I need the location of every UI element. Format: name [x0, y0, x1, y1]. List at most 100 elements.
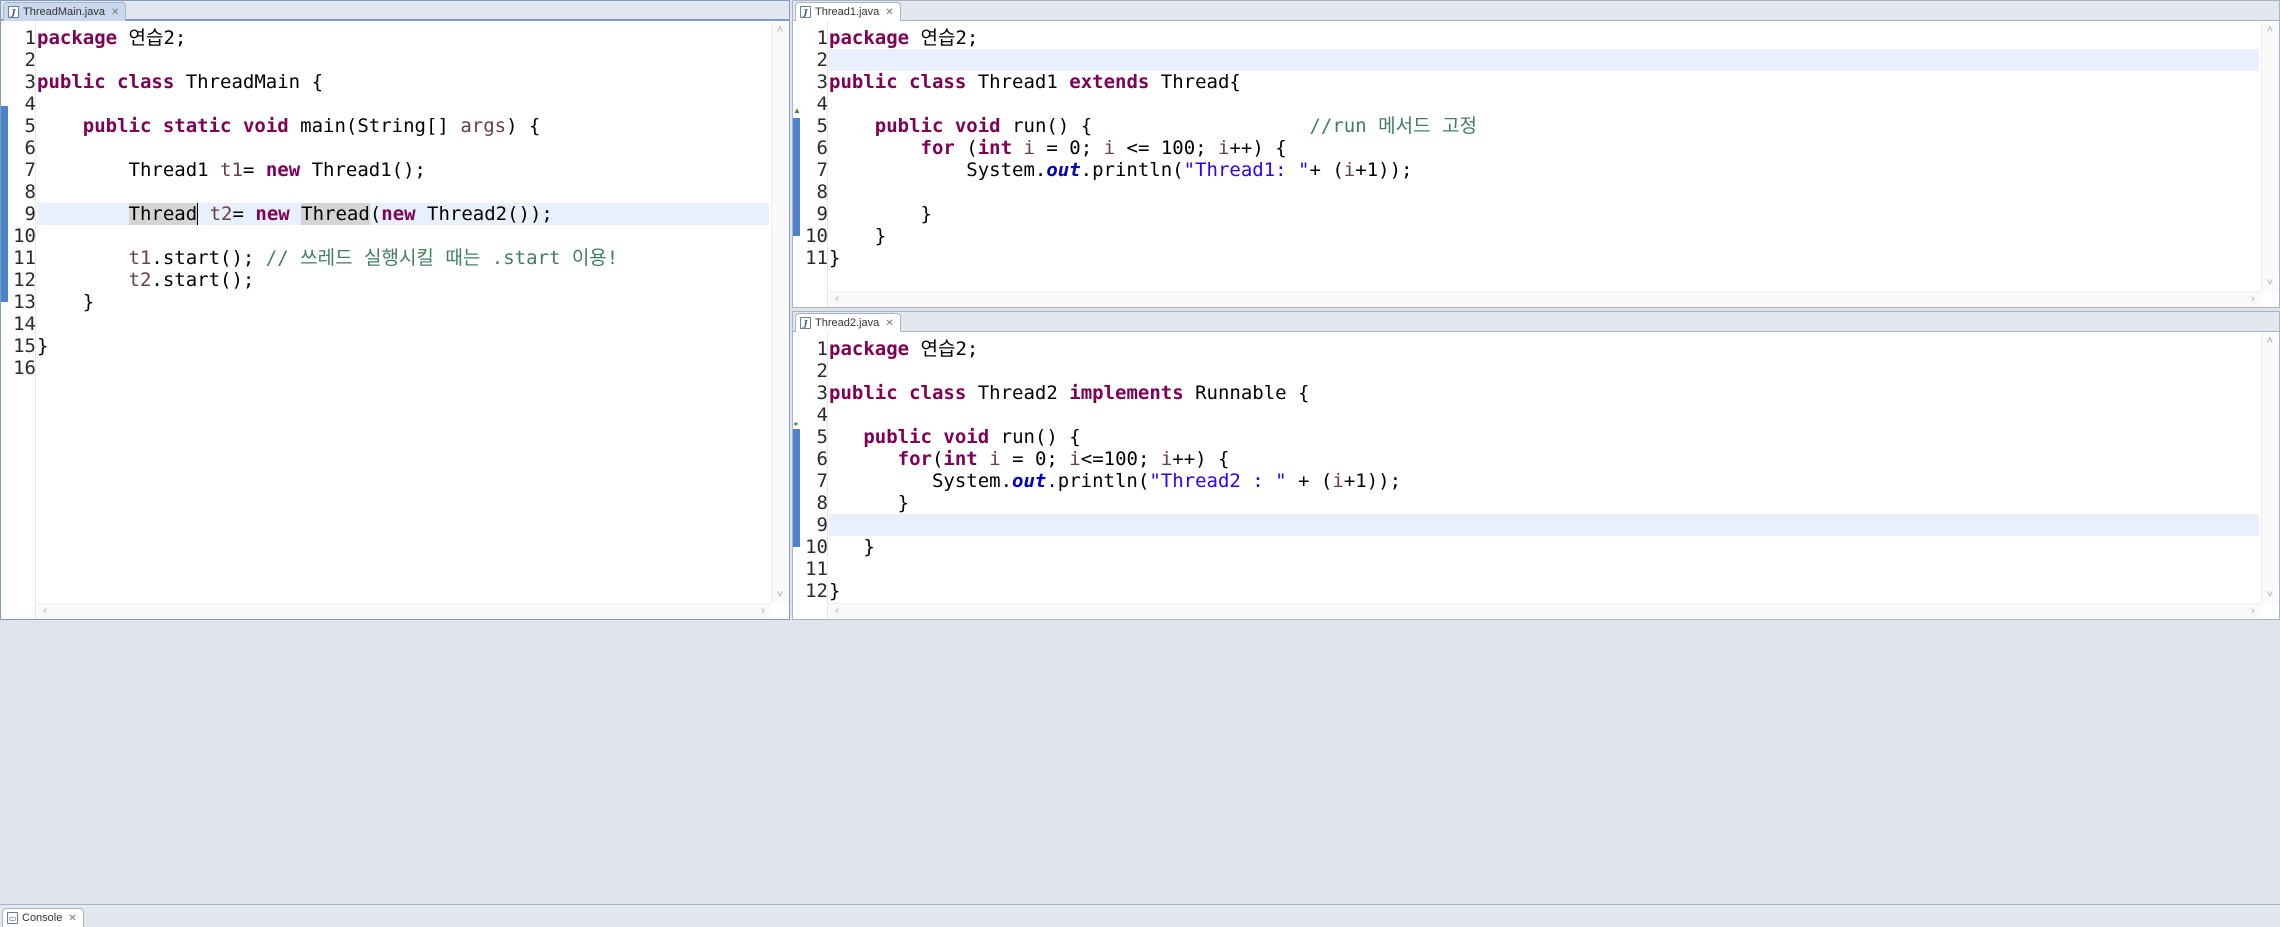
code-line[interactable]: System.out.println("Thread2 : " + (i+1))… [829, 470, 2259, 492]
code-line[interactable]: System.out.println("Thread1: "+ (i+1)); [829, 159, 2259, 181]
implements-marker-icon: ▸ [794, 419, 799, 428]
line-number-gutter: 1 2 3 4 5 6 7 8 9 10 11 12 13 14 15 16 [8, 22, 36, 619]
line-number: 1 [816, 338, 828, 360]
java-file-icon: J [8, 6, 19, 18]
line-number: 4 [816, 93, 828, 115]
code-line[interactable]: public class ThreadMain { [37, 71, 769, 93]
horizontal-scrollbar[interactable]: ‹ › [829, 291, 2261, 307]
code-line[interactable] [829, 514, 2259, 536]
vertical-scrollbar[interactable]: ˄ ˅ [2261, 22, 2279, 291]
line-number: 3 [24, 71, 36, 93]
horizontal-scrollbar[interactable]: ‹ › [829, 603, 2261, 619]
scroll-right-icon[interactable]: › [755, 605, 771, 617]
code-line[interactable] [37, 137, 769, 159]
scroll-up-icon[interactable]: ˄ [2262, 24, 2278, 36]
java-file-icon: J [800, 317, 811, 329]
tab-threadmain[interactable]: J ThreadMain.java ✕ [3, 2, 127, 21]
code-line[interactable]: Thread t2= new Thread(new Thread2()); [37, 203, 769, 225]
close-icon[interactable]: ✕ [68, 913, 76, 924]
editor-pane-thread1[interactable]: J Thread1.java ✕ ▲ 1 2 3 4 5 6 7 8 9 10 11 package… [792, 0, 2280, 308]
vertical-scrollbar[interactable]: ˄ ˅ [771, 22, 789, 603]
code-line[interactable] [829, 93, 2259, 115]
scroll-left-icon[interactable]: ‹ [37, 605, 53, 617]
code-line[interactable]: } [37, 291, 769, 313]
code-line[interactable]: t1.start(); // 쓰레드 실행시킬 때는 .start 이용! [37, 247, 769, 269]
editor-pane-threadmain[interactable]: J ThreadMain.java ✕ 1 2 3 4 5 6 7 8 9 10 11 12 13 14 1… [0, 0, 790, 620]
code-line[interactable]: public class Thread1 extends Thread{ [829, 71, 2259, 93]
line-number: 9 [24, 203, 36, 225]
tab-thread2[interactable]: J Thread2.java ✕ [795, 313, 901, 332]
line-number: 1 [816, 27, 828, 49]
code-line[interactable]: public void run() { [829, 426, 2259, 448]
code-line[interactable]: } [829, 225, 2259, 247]
line-number: 7 [24, 159, 36, 181]
code-area[interactable]: package 연습2; public class ThreadMain { pu… [37, 22, 769, 603]
code-line[interactable]: public void run() { //run 메서드 고정 [829, 115, 2259, 137]
code-line[interactable] [829, 360, 2259, 382]
java-file-icon: J [800, 6, 811, 18]
editor-tabbar: J ThreadMain.java ✕ [1, 1, 789, 21]
vertical-scrollbar[interactable]: ˄ ˅ [2261, 333, 2279, 603]
code-line[interactable] [829, 404, 2259, 426]
scroll-right-icon[interactable]: › [2245, 605, 2261, 617]
code-line[interactable]: } [829, 492, 2259, 514]
scroll-up-icon[interactable]: ˄ [772, 24, 788, 36]
line-number: 2 [816, 360, 828, 382]
code-editor[interactable]: ▲ 1 2 3 4 5 6 7 8 9 10 11 package 연습2; public class… [793, 22, 2279, 307]
code-editor[interactable]: ▸ 1 2 3 4 5 6 7 8 9 10 11 12 package 연습2; public cla… [793, 333, 2279, 619]
line-number: 2 [816, 49, 828, 71]
code-line[interactable]: package 연습2; [829, 338, 2259, 360]
code-area[interactable]: package 연습2; public class Thread2 impleme… [829, 333, 2259, 603]
scroll-left-icon[interactable]: ‹ [829, 293, 845, 305]
scroll-down-icon[interactable]: ˅ [2262, 589, 2278, 601]
line-number: 9 [816, 203, 828, 225]
line-number: 12 [805, 580, 828, 602]
code-area[interactable]: package 연습2; public class Thread1 extends… [829, 22, 2259, 291]
change-ruler: ▸ [793, 333, 800, 619]
tab-label: Console [22, 912, 63, 924]
code-line[interactable]: } [829, 247, 2259, 269]
code-line[interactable]: } [829, 536, 2259, 558]
line-number: 9 [816, 514, 828, 536]
code-line[interactable]: } [37, 335, 769, 357]
code-line[interactable]: Thread1 t1= new Thread1(); [37, 159, 769, 181]
close-icon[interactable]: ✕ [885, 318, 893, 329]
close-icon[interactable]: ✕ [111, 7, 119, 18]
tab-label: Thread2.java [815, 317, 880, 329]
code-line[interactable]: public class Thread2 implements Runnable… [829, 382, 2259, 404]
line-number: 8 [816, 181, 828, 203]
code-line[interactable]: package 연습2; [829, 27, 2259, 49]
tab-thread1[interactable]: J Thread1.java ✕ [795, 2, 901, 21]
scroll-left-icon[interactable]: ‹ [829, 605, 845, 617]
scroll-right-icon[interactable]: › [2245, 293, 2261, 305]
editor-pane-thread2[interactable]: J Thread2.java ✕ ▸ 1 2 3 4 5 6 7 8 9 10 11 12 packa… [792, 311, 2280, 620]
code-line[interactable] [37, 49, 769, 71]
close-icon[interactable]: ✕ [885, 7, 893, 18]
code-line[interactable] [829, 49, 2259, 71]
line-number: 5 [816, 115, 828, 137]
scroll-down-icon[interactable]: ˅ [772, 589, 788, 601]
line-number-gutter: 1 2 3 4 5 6 7 8 9 10 11 12 [800, 333, 828, 619]
code-line[interactable] [37, 357, 769, 379]
code-line[interactable] [37, 225, 769, 247]
code-line[interactable]: } [829, 203, 2259, 225]
horizontal-scrollbar[interactable]: ‹ › [37, 603, 771, 619]
tab-console[interactable]: ▭ Console ✕ [2, 908, 84, 927]
code-editor[interactable]: 1 2 3 4 5 6 7 8 9 10 11 12 13 14 15 16 package 연습2; publ… [1, 22, 789, 619]
line-number: 13 [13, 291, 36, 313]
code-line[interactable]: for(int i = 0; i<=100; i++) { [829, 448, 2259, 470]
code-line[interactable] [37, 93, 769, 115]
code-line[interactable] [829, 558, 2259, 580]
code-line[interactable]: package 연습2; [37, 27, 769, 49]
code-line[interactable]: public static void main(String[] args) { [37, 115, 769, 137]
code-line[interactable]: t2.start(); [37, 269, 769, 291]
code-line[interactable]: for (int i = 0; i <= 100; i++) { [829, 137, 2259, 159]
line-number: 5 [24, 115, 36, 137]
scroll-down-icon[interactable]: ˅ [2262, 277, 2278, 289]
code-line[interactable] [37, 181, 769, 203]
code-line[interactable] [829, 181, 2259, 203]
scroll-up-icon[interactable]: ˄ [2262, 335, 2278, 347]
code-line[interactable] [37, 313, 769, 335]
code-line[interactable]: } [829, 580, 2259, 602]
console-panel-bar: ▭ Console ✕ [0, 904, 2280, 927]
